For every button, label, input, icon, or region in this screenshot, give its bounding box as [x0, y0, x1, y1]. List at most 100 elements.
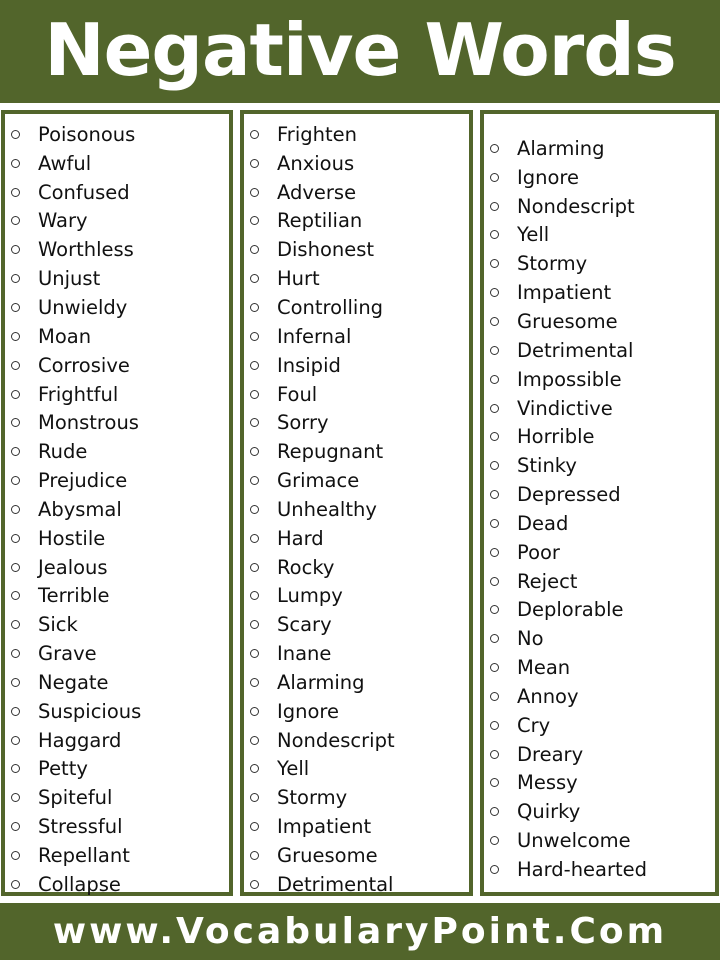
list-item: Stormy — [484, 249, 715, 278]
word-text: Dreary — [517, 742, 584, 766]
list-item: Rude — [5, 437, 229, 466]
circle-bullet-icon — [250, 129, 259, 139]
word-text: Petty — [38, 757, 88, 781]
word-text: Insipid — [277, 353, 341, 377]
circle-bullet-icon — [250, 822, 259, 832]
word-text: Horrible — [517, 425, 595, 449]
list-item: Impatient — [244, 812, 469, 841]
list-item: Messy — [484, 769, 715, 798]
circle-bullet-icon — [11, 591, 20, 601]
footer-banner: www.VocabularyPoint.Com — [0, 903, 720, 960]
word-text: Confused — [38, 180, 130, 204]
circle-bullet-icon — [250, 331, 259, 341]
circle-bullet-icon — [250, 504, 259, 514]
list-item: Frighten — [244, 120, 469, 149]
list-item: Monstrous — [5, 408, 229, 437]
word-text: Frighten — [277, 122, 357, 146]
circle-bullet-icon — [490, 288, 499, 298]
list-item: Dreary — [484, 740, 715, 769]
circle-bullet-icon — [250, 649, 259, 659]
list-item: Alarming — [244, 668, 469, 697]
circle-bullet-icon — [490, 345, 499, 355]
list-item: Stinky — [484, 451, 715, 480]
list-item: Yell — [244, 755, 469, 784]
word-text: Anxious — [277, 151, 355, 175]
word-text: Alarming — [517, 136, 605, 160]
circle-bullet-icon — [250, 677, 259, 687]
circle-bullet-icon — [11, 216, 20, 226]
list-item: Awful — [5, 149, 229, 178]
circle-bullet-icon — [11, 418, 20, 428]
word-text: Sorry — [277, 411, 329, 435]
word-text: Collapse — [38, 872, 121, 896]
list-item: Foul — [244, 380, 469, 409]
circle-bullet-icon — [250, 735, 259, 745]
word-text: Worthless — [38, 238, 134, 262]
list-item: Reptilian — [244, 207, 469, 236]
word-text: Impatient — [517, 281, 612, 305]
word-text: Controlling — [277, 295, 384, 319]
circle-bullet-icon — [490, 749, 499, 759]
circle-bullet-icon — [490, 691, 499, 701]
header-banner: Negative Words — [0, 0, 720, 103]
word-text: Ignore — [277, 699, 340, 723]
word-text: Adverse — [277, 180, 357, 204]
list-item: Mean — [484, 653, 715, 682]
word-text: Dead — [517, 511, 569, 535]
circle-bullet-icon — [490, 778, 499, 788]
list-item: Unjust — [5, 264, 229, 293]
circle-bullet-icon — [250, 591, 259, 601]
word-text: Reject — [517, 569, 578, 593]
list-item: Sick — [5, 610, 229, 639]
list-item: Wary — [5, 207, 229, 236]
word-text: Quirky — [517, 800, 581, 824]
word-text: Stormy — [517, 252, 588, 276]
circle-bullet-icon — [490, 259, 499, 269]
circle-bullet-icon — [11, 620, 20, 630]
list-item: Cry — [484, 711, 715, 740]
word-text: Vindictive — [517, 396, 613, 420]
word-text: Annoy — [517, 684, 579, 708]
word-text: Yell — [517, 223, 550, 247]
word-text: Impatient — [277, 815, 372, 839]
word-text: Jealous — [38, 555, 108, 579]
list-item: Repellant — [5, 841, 229, 870]
list-item: Poor — [484, 538, 715, 567]
circle-bullet-icon — [490, 865, 499, 875]
circle-bullet-icon — [11, 129, 20, 139]
word-column-2: Frighten Anxious Adverse Reptilian Dishonest… — [240, 110, 473, 896]
list-item: Reject — [484, 567, 715, 596]
circle-bullet-icon — [250, 793, 259, 803]
list-item: Hostile — [5, 524, 229, 553]
word-text: Awful — [38, 151, 92, 175]
circle-bullet-icon — [490, 720, 499, 730]
list-item: Unwieldy — [5, 293, 229, 322]
list-item: Negate — [5, 668, 229, 697]
list-item: Confused — [5, 178, 229, 207]
circle-bullet-icon — [11, 851, 20, 861]
word-text: Alarming — [277, 670, 365, 694]
list-item: Terrible — [5, 582, 229, 611]
circle-bullet-icon — [490, 836, 499, 846]
word-text: Suspicious — [38, 699, 142, 723]
word-text: Negate — [38, 670, 109, 694]
word-text: Stormy — [277, 786, 348, 810]
circle-bullet-icon — [11, 360, 20, 370]
list-item: Spiteful — [5, 783, 229, 812]
list-item: Worthless — [5, 235, 229, 264]
circle-bullet-icon — [11, 245, 20, 255]
list-item: Deplorable — [484, 596, 715, 625]
word-text: Terrible — [38, 584, 110, 608]
word-text: Mean — [517, 656, 571, 680]
word-text: Rude — [38, 440, 88, 464]
circle-bullet-icon — [490, 547, 499, 557]
word-text: Unjust — [38, 267, 101, 291]
list-item: Annoy — [484, 682, 715, 711]
list-item: Rocky — [244, 553, 469, 582]
list-item: Ignore — [484, 163, 715, 192]
circle-bullet-icon — [250, 187, 259, 197]
list-item: Gruesome — [484, 307, 715, 336]
word-text: Gruesome — [517, 309, 618, 333]
word-text: Wary — [38, 209, 88, 233]
circle-bullet-icon — [11, 331, 20, 341]
